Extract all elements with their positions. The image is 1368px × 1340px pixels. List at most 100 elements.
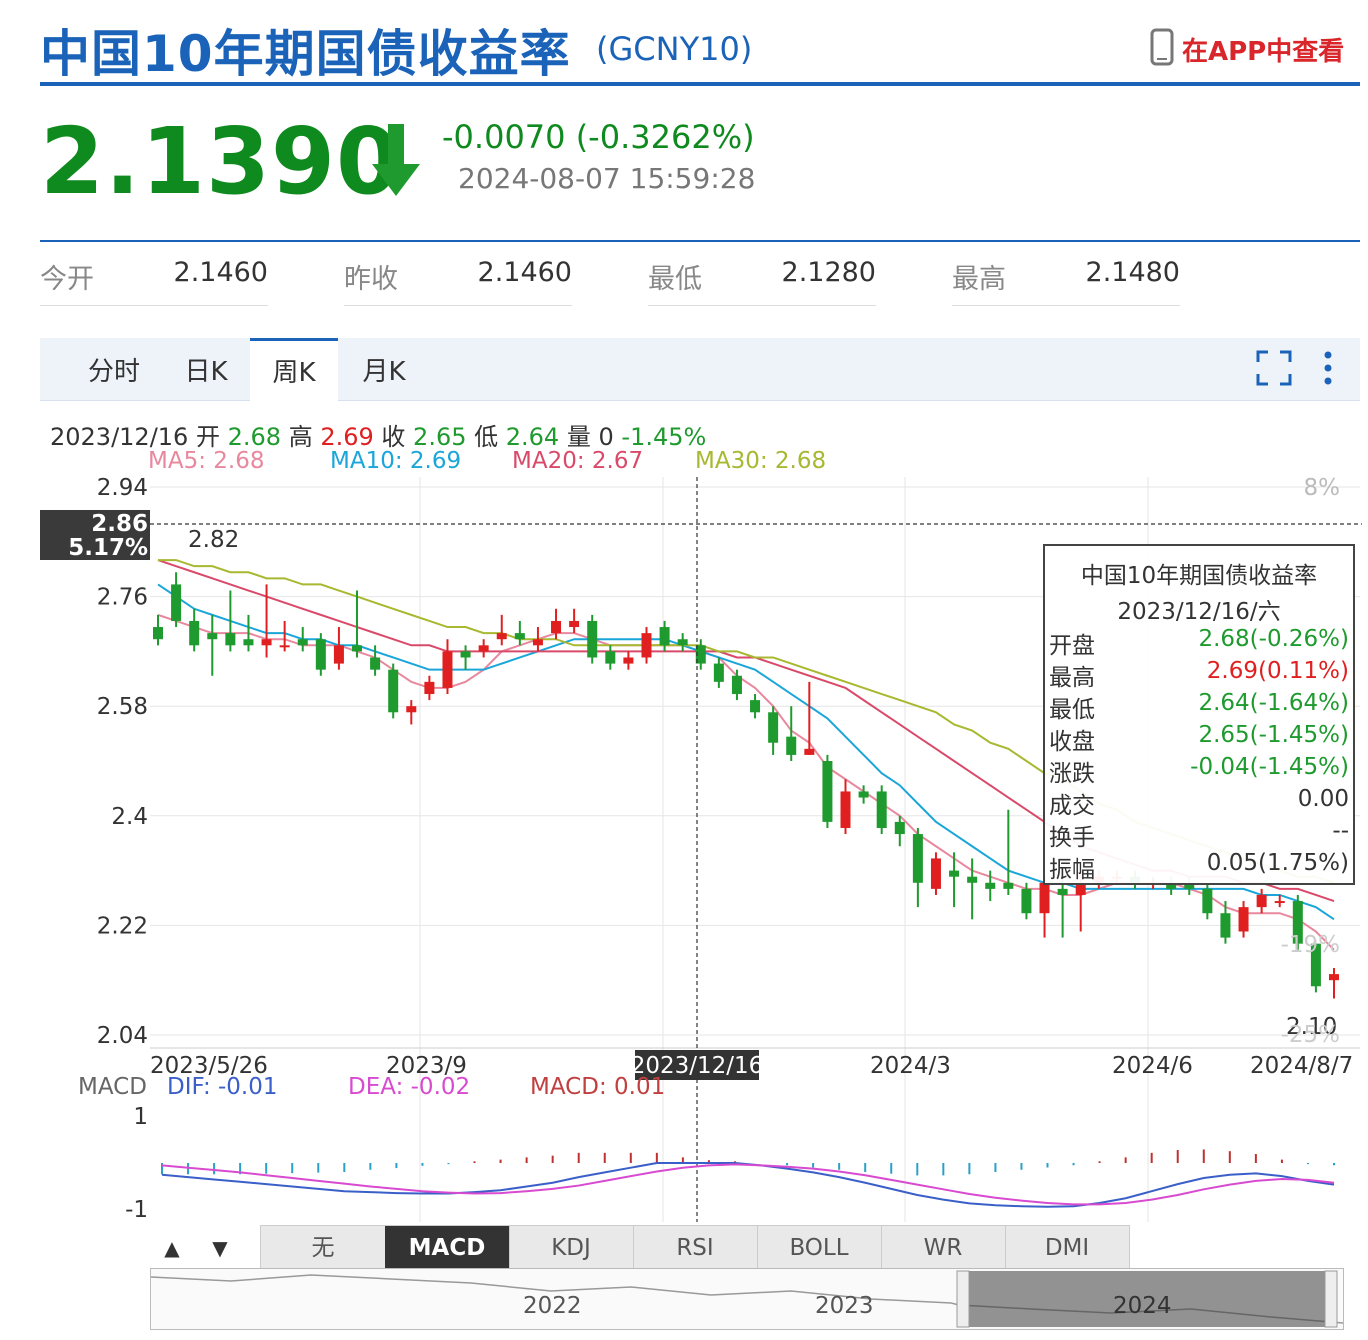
candle-body [171, 584, 182, 621]
price-change: -0.0070 (-0.3262%) [442, 118, 755, 156]
open-in-app-link[interactable]: 在APP中查看 [1150, 28, 1344, 70]
quote-timestamp: 2024-08-07 15:59:28 [458, 162, 756, 195]
tooltip-row-value: 2.69(0.11%) [1206, 658, 1349, 684]
triangle-up-icon[interactable]: ▲ [152, 1226, 192, 1268]
info-close: 2.65 [413, 423, 467, 451]
candle-body [985, 882, 996, 889]
tooltip-row: 最高 2.69(0.11%) [1049, 658, 1349, 691]
candle-body [297, 639, 308, 646]
macd-y-tick: -1 [125, 1197, 148, 1223]
max-annotation: 2.82 [188, 527, 239, 553]
tab-intraday[interactable]: 分时 [70, 338, 158, 400]
macd-dea-line [161, 1163, 1335, 1206]
quote-divider [40, 240, 1360, 242]
candle-body [786, 736, 797, 755]
candle-body [569, 620, 580, 628]
candle-body [1256, 894, 1267, 908]
tooltip-row-label: 最高 [1049, 665, 1095, 691]
candle-body [153, 627, 163, 640]
page-title: 中国10年期国债收益率 [40, 25, 571, 83]
candle-body [207, 633, 218, 640]
stat-low: 最低 2.1280 [648, 255, 876, 306]
tooltip-row: 成交 0.00 [1049, 786, 1349, 819]
candle-body [930, 858, 941, 889]
triangle-down-icon[interactable]: ▼ [200, 1226, 240, 1268]
phone-icon [1150, 28, 1174, 70]
candle-body [912, 834, 923, 883]
current-price: 2.1390 [40, 108, 402, 215]
info-pct: -1.45% [621, 423, 707, 451]
indicator-tabs: 无 MACD KDJ RSI BOLL WR DMI [260, 1225, 1130, 1269]
candle-body [424, 681, 435, 695]
ticker-code: (GCNY10) [596, 30, 753, 68]
navigator-year-2022: 2022 [523, 1293, 582, 1319]
candle-body [388, 669, 399, 713]
candle-body [894, 821, 905, 835]
candle-body [822, 761, 833, 822]
tab-boll[interactable]: BOLL [757, 1226, 882, 1268]
stat-value: 2.1460 [477, 257, 572, 288]
tab-none[interactable]: 无 [261, 1226, 386, 1268]
stat-label: 最低 [648, 264, 702, 295]
tooltip-row-label: 开盘 [1049, 633, 1095, 659]
tooltip-date: 2023/12/16/六 [1117, 599, 1281, 625]
tooltip-row-value: 2.65(-1.45%) [1198, 722, 1349, 748]
tooltip-row-label: 收盘 [1049, 729, 1095, 755]
tab-weekly-k[interactable]: 周K [250, 338, 338, 401]
candle-body [713, 663, 724, 682]
candle-body [406, 706, 417, 713]
tooltip-row-value: -- [1332, 818, 1349, 844]
y-tick-label: 2.58 [97, 694, 148, 720]
candle-body [858, 791, 869, 798]
candle-body [496, 633, 507, 640]
more-vertical-icon[interactable] [1320, 350, 1336, 390]
range-navigator[interactable]: 2022 2023 2024 [150, 1268, 1344, 1330]
candle-body [840, 791, 851, 828]
tooltip-row-value: 0.00 [1297, 786, 1349, 812]
candle-body [478, 645, 489, 652]
tab-kdj[interactable]: KDJ [509, 1226, 634, 1268]
tab-rsi[interactable]: RSI [633, 1226, 758, 1268]
candle-body [551, 620, 562, 634]
navigator-year-2023: 2023 [815, 1293, 874, 1319]
candle-body [750, 700, 761, 713]
tab-monthly-k[interactable]: 月K [340, 338, 428, 400]
candle-tooltip: 中国10年期国债收益率 2023/12/16/六 开盘 2.68(-0.26%) … [1043, 544, 1355, 885]
candle-body [532, 639, 543, 646]
stat-label: 最高 [952, 264, 1006, 295]
tooltip-title: 中国10年期国债收益率 [1080, 563, 1318, 589]
x-tick-label: 2024/8/7 [1250, 1053, 1353, 1079]
macd-y-tick: 1 [133, 1104, 148, 1130]
candle-body [768, 712, 779, 743]
tooltip-row-label: 最低 [1049, 697, 1095, 723]
y-tick-label: 2.4 [111, 804, 148, 830]
info-close-label: 收 [381, 423, 406, 451]
right-pct-label: -25% [1281, 1022, 1340, 1048]
candle-body [1021, 888, 1032, 914]
stat-prev-close: 昨收 2.1460 [344, 255, 572, 306]
y-tick-label: 2.94 [97, 475, 148, 501]
info-vol: 0 [598, 423, 614, 451]
tooltip-row: 振幅 0.05(1.75%) [1049, 850, 1349, 883]
candle-body [641, 633, 652, 658]
candle-body [1329, 974, 1339, 981]
macd-value-legend: MACD: 0.01 [530, 1074, 666, 1100]
tooltip-row: 收盘 2.65(-1.45%) [1049, 722, 1349, 755]
info-date: 2023/12/16 [50, 423, 189, 451]
stat-label: 昨收 [344, 264, 398, 295]
stat-high: 最高 2.1480 [952, 255, 1180, 306]
tab-wr[interactable]: WR [881, 1226, 1006, 1268]
candle-body [189, 620, 200, 646]
candle-body [731, 675, 742, 695]
stat-value: 2.1480 [1085, 257, 1180, 288]
tab-daily-k[interactable]: 日K [162, 338, 250, 400]
tab-macd[interactable]: MACD [385, 1226, 510, 1268]
candle-body [1220, 913, 1231, 938]
navigator-year-2024: 2024 [1113, 1293, 1172, 1319]
tab-dmi[interactable]: DMI [1005, 1226, 1130, 1268]
fullscreen-icon[interactable] [1256, 350, 1292, 390]
candle-body [949, 870, 960, 877]
ohlc-info-line: 2023/12/16 开 2.68 高 2.69 收 2.65 低 2.64 量… [50, 417, 706, 452]
header-divider [40, 82, 1360, 86]
tooltip-row: 最低 2.64(-1.64%) [1049, 690, 1349, 723]
